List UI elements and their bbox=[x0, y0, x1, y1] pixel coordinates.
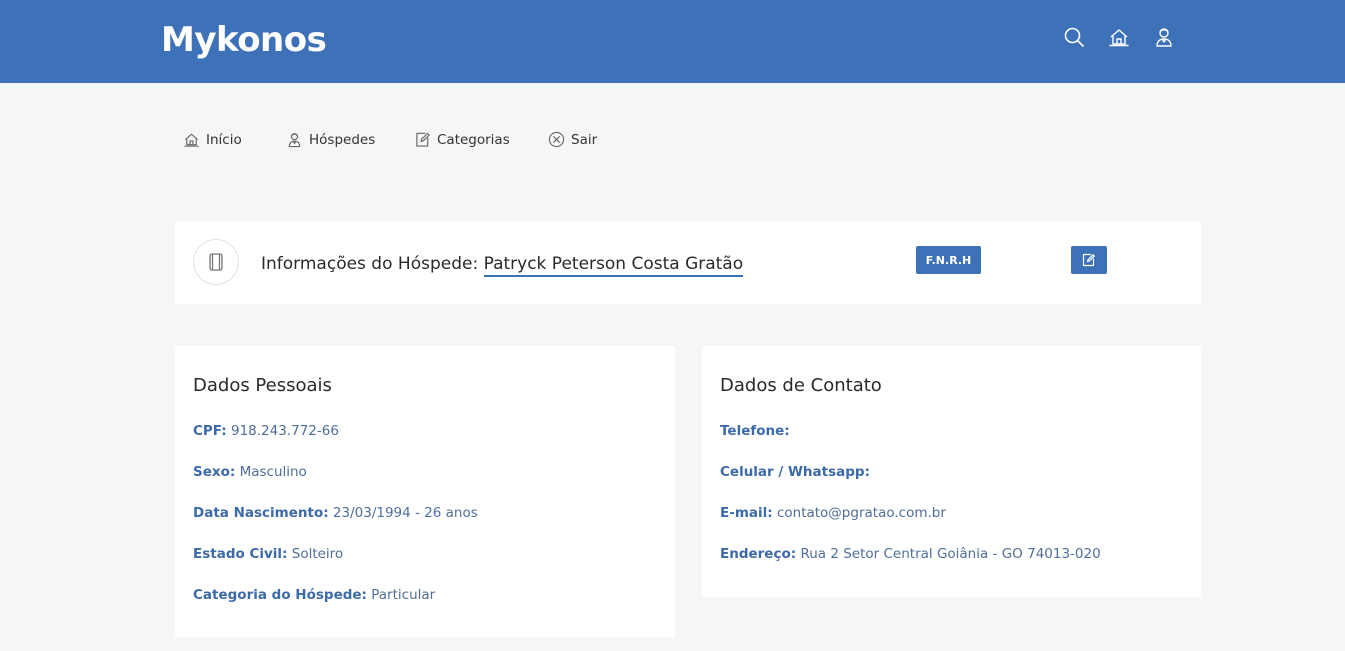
field-label: E-mail: bbox=[720, 505, 773, 521]
top-bar: Mykonos bbox=[0, 0, 1345, 83]
nav-item-categorias[interactable]: Categorias bbox=[414, 131, 510, 148]
field-label: Estado Civil: bbox=[193, 546, 288, 562]
nav-item-label: Início bbox=[206, 131, 242, 148]
personal-data-card: Dados Pessoais CPF: 918.243.772-66 Sexo:… bbox=[175, 346, 675, 637]
card-title: Dados de Contato bbox=[720, 375, 882, 396]
guest-title: Informações do Hóspede: Patryck Peterson… bbox=[261, 254, 744, 277]
search-icon[interactable] bbox=[1063, 26, 1085, 48]
field-value: Masculino bbox=[239, 464, 307, 480]
nav-item-label: Sair bbox=[571, 131, 598, 148]
field-value: Particular bbox=[371, 587, 436, 603]
field-telefone: Telefone: bbox=[720, 423, 790, 439]
phone-icon bbox=[209, 253, 223, 271]
guest-name-link[interactable]: Patryck Peterson Costa Gratão bbox=[483, 254, 744, 277]
guest-info-card: Informações do Hóspede: Patryck Peterson… bbox=[175, 221, 1201, 304]
nav-item-label: Hóspedes bbox=[309, 131, 376, 148]
field-label: Sexo: bbox=[193, 464, 236, 480]
field-label: Data Nascimento: bbox=[193, 505, 329, 521]
field-label: Categoria do Hóspede: bbox=[193, 587, 367, 603]
field-cpf: CPF: 918.243.772-66 bbox=[193, 423, 339, 439]
guest-icon[interactable] bbox=[1153, 26, 1175, 48]
card-title: Dados Pessoais bbox=[193, 375, 332, 396]
field-value: contato@pgratao.com.br bbox=[776, 505, 946, 521]
field-label: Celular / Whatsapp: bbox=[720, 464, 870, 480]
avatar bbox=[193, 239, 239, 285]
nav-item-inicio[interactable]: Início bbox=[183, 131, 242, 148]
field-value: Rua 2 Setor Central Goiânia - GO 74013-0… bbox=[800, 546, 1101, 562]
field-label: Endereço: bbox=[720, 546, 797, 562]
field-email: E-mail: contato@pgratao.com.br bbox=[720, 505, 946, 521]
edit-guest-button[interactable] bbox=[1071, 246, 1107, 274]
field-sexo: Sexo: Masculino bbox=[193, 464, 307, 480]
field-value: 918.243.772-66 bbox=[230, 423, 339, 439]
field-data-nascimento: Data Nascimento: 23/03/1994 - 26 anos bbox=[193, 505, 478, 521]
field-label: CPF: bbox=[193, 423, 227, 439]
close-circle-icon bbox=[548, 131, 565, 148]
nav-item-label: Categorias bbox=[437, 131, 510, 148]
fnrh-button[interactable]: F.N.R.H bbox=[916, 246, 981, 274]
field-value: Solteiro bbox=[291, 546, 344, 562]
nav-item-hospedes[interactable]: Hóspedes bbox=[286, 131, 375, 148]
field-celular: Celular / Whatsapp: bbox=[720, 464, 870, 480]
edit-icon bbox=[1082, 253, 1095, 267]
brand-logo[interactable]: Mykonos bbox=[161, 20, 327, 60]
edit-icon bbox=[416, 132, 430, 147]
guest-icon bbox=[288, 133, 301, 148]
field-endereco: Endereço: Rua 2 Setor Central Goiânia - … bbox=[720, 546, 1101, 562]
contact-data-card: Dados de Contato Telefone: Celular / Wha… bbox=[702, 346, 1201, 597]
field-categoria: Categoria do Hóspede: Particular bbox=[193, 587, 435, 603]
field-label: Telefone: bbox=[720, 423, 790, 439]
home-icon bbox=[184, 133, 199, 147]
nav-item-sair[interactable]: Sair bbox=[548, 131, 597, 148]
guest-title-prefix: Informações do Hóspede: bbox=[261, 254, 484, 274]
field-value: 23/03/1994 - 26 anos bbox=[332, 505, 478, 521]
field-estado-civil: Estado Civil: Solteiro bbox=[193, 546, 343, 562]
home-icon[interactable] bbox=[1108, 26, 1130, 48]
